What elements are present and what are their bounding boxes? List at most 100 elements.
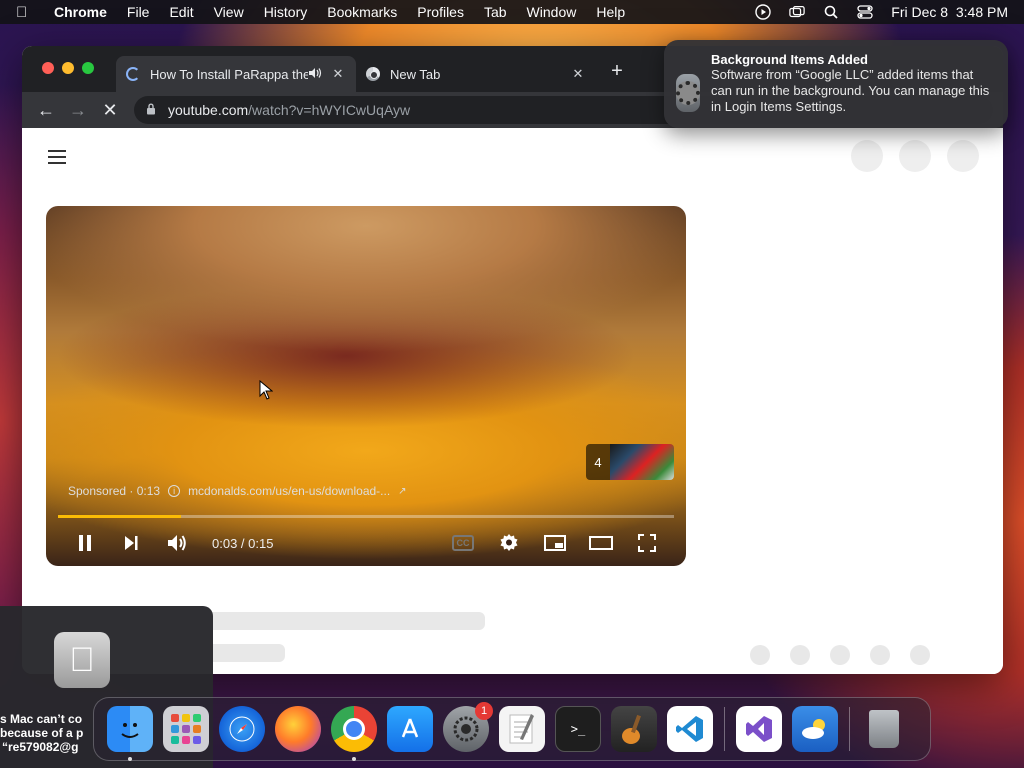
- time-display: 0:03 / 0:15: [212, 535, 274, 551]
- miniplayer-icon[interactable]: [540, 528, 570, 558]
- header-placeholder: [851, 140, 883, 172]
- chrome-favicon-icon: [366, 67, 380, 81]
- alert-message: s Mac can’t co because of a p “re579082@…: [0, 712, 83, 754]
- dock: 1 >_: [93, 697, 931, 761]
- menu-tab[interactable]: Tab: [484, 4, 507, 20]
- menu-profiles[interactable]: Profiles: [417, 4, 464, 20]
- back-arrow-icon[interactable]: ←: [32, 96, 60, 124]
- tab-title: New Tab: [390, 66, 441, 82]
- launchpad-icon[interactable]: [163, 706, 209, 752]
- menu-history[interactable]: History: [264, 4, 308, 20]
- apple-menu-icon[interactable]: : [16, 4, 36, 21]
- sponsored-label: Sponsored · 0:13: [68, 484, 161, 498]
- ad-url-link[interactable]: mcdonalds.com/us/en-us/download-...: [188, 484, 390, 498]
- terminal-icon[interactable]: >_: [555, 706, 601, 752]
- menu-file[interactable]: File: [127, 4, 150, 20]
- action-placeholder: [790, 645, 810, 665]
- tab-title: How To Install PaRappa the: [150, 66, 308, 82]
- menu-app-name[interactable]: Chrome: [54, 4, 107, 20]
- ad-count: 4: [586, 444, 610, 480]
- tab-inactive[interactable]: New Tab ✕: [356, 56, 596, 92]
- url-path: /watch?v=hWYICwUqAyw: [248, 102, 411, 118]
- header-placeholder: [947, 140, 979, 172]
- action-placeholder: [910, 645, 930, 665]
- dock-separator: [849, 707, 850, 751]
- youtube-page: Sponsored · 0:13 i mcdonalds.com/us/en-u…: [22, 128, 1003, 674]
- window-controls: [42, 62, 94, 74]
- volume-icon[interactable]: [162, 528, 192, 558]
- background-items-notification[interactable]: Background Items Added Software from “Go…: [664, 40, 1008, 128]
- header-placeholder: [899, 140, 931, 172]
- menu-edit[interactable]: Edit: [169, 4, 193, 20]
- ad-thumbnail-image: [610, 444, 674, 480]
- video-player[interactable]: Sponsored · 0:13 i mcdonalds.com/us/en-u…: [46, 206, 686, 566]
- settings-gear-icon[interactable]: [494, 528, 524, 558]
- media-play-icon[interactable]: [755, 4, 771, 20]
- stop-loading-icon[interactable]: ✕: [96, 96, 124, 124]
- tab-active[interactable]: How To Install PaRappa the ✕: [116, 56, 356, 92]
- trash-icon[interactable]: [861, 706, 907, 752]
- captions-icon[interactable]: CC: [448, 528, 478, 558]
- apple-logo-icon: : [54, 632, 110, 688]
- progress-bar[interactable]: [58, 515, 674, 518]
- zoom-window-button[interactable]: [82, 62, 94, 74]
- firefox-icon[interactable]: [275, 706, 321, 752]
- menu-window[interactable]: Window: [527, 4, 577, 20]
- tab-close-icon[interactable]: ✕: [330, 66, 346, 82]
- fullscreen-icon[interactable]: [632, 528, 662, 558]
- safari-icon[interactable]: [219, 706, 265, 752]
- loading-spinner-icon: [126, 67, 140, 81]
- forward-arrow-icon[interactable]: →: [64, 96, 92, 124]
- mouse-cursor-icon: [259, 380, 273, 400]
- minimize-window-button[interactable]: [62, 62, 74, 74]
- ad-info: Sponsored · 0:13 i mcdonalds.com/us/en-u…: [68, 484, 407, 498]
- next-icon[interactable]: [116, 528, 146, 558]
- screen-mirroring-icon[interactable]: [789, 5, 806, 19]
- lock-icon[interactable]: [146, 102, 158, 118]
- dock-separator: [724, 707, 725, 751]
- tab-close-icon[interactable]: ✕: [570, 66, 586, 82]
- control-center-icon[interactable]: [857, 5, 873, 19]
- finder-icon[interactable]: [107, 706, 153, 761]
- chrome-window: How To Install PaRappa the ✕ New Tab ✕ +…: [22, 46, 1003, 674]
- menu-datetime[interactable]: Fri Dec 8 3:48 PM: [891, 4, 1008, 20]
- textedit-icon[interactable]: [499, 706, 545, 752]
- url-host: youtube.com: [168, 102, 249, 118]
- new-tab-plus-icon[interactable]: +: [606, 60, 628, 83]
- pause-icon[interactable]: [70, 528, 100, 558]
- header-placeholder-buttons: [851, 140, 979, 172]
- title-placeholder: [190, 612, 485, 630]
- garageband-icon[interactable]: [611, 706, 657, 752]
- menu-bar:  Chrome File Edit View History Bookmark…: [0, 0, 1024, 24]
- notification-title: Background Items Added: [711, 52, 868, 67]
- menu-view[interactable]: View: [214, 4, 244, 20]
- menu-bookmarks[interactable]: Bookmarks: [327, 4, 397, 20]
- close-window-button[interactable]: [42, 62, 54, 74]
- progress-fill: [58, 515, 182, 518]
- chrome-app-icon[interactable]: [331, 706, 377, 761]
- action-placeholders: [750, 645, 930, 665]
- notification-body: Software from “Google LLC” added items t…: [711, 67, 990, 114]
- vscode-icon[interactable]: [667, 706, 713, 752]
- notification-badge: 1: [475, 702, 493, 720]
- app-store-icon[interactable]: [387, 706, 433, 752]
- system-settings-app-icon[interactable]: 1: [443, 702, 493, 752]
- alert-line: “re579082@g: [2, 740, 79, 754]
- action-placeholder: [870, 645, 890, 665]
- alert-line: because of a p: [0, 726, 84, 740]
- theater-mode-icon[interactable]: [586, 528, 616, 558]
- menu-help[interactable]: Help: [596, 4, 625, 20]
- action-placeholder: [830, 645, 850, 665]
- alert-line: s Mac can’t co: [0, 712, 83, 726]
- ad-next-thumbnail[interactable]: 4: [586, 444, 674, 480]
- weather-icon[interactable]: [792, 706, 838, 752]
- system-settings-icon: [676, 74, 700, 112]
- spotlight-search-icon[interactable]: [823, 5, 839, 19]
- info-icon[interactable]: i: [168, 485, 181, 497]
- visual-studio-icon[interactable]: [736, 706, 782, 752]
- external-link-icon[interactable]: ↗: [398, 486, 406, 497]
- player-controls: 0:03 / 0:15 CC: [46, 526, 686, 560]
- menu-hamburger-icon[interactable]: [48, 150, 66, 168]
- action-placeholder: [750, 645, 770, 665]
- tab-audio-icon[interactable]: [308, 67, 324, 82]
